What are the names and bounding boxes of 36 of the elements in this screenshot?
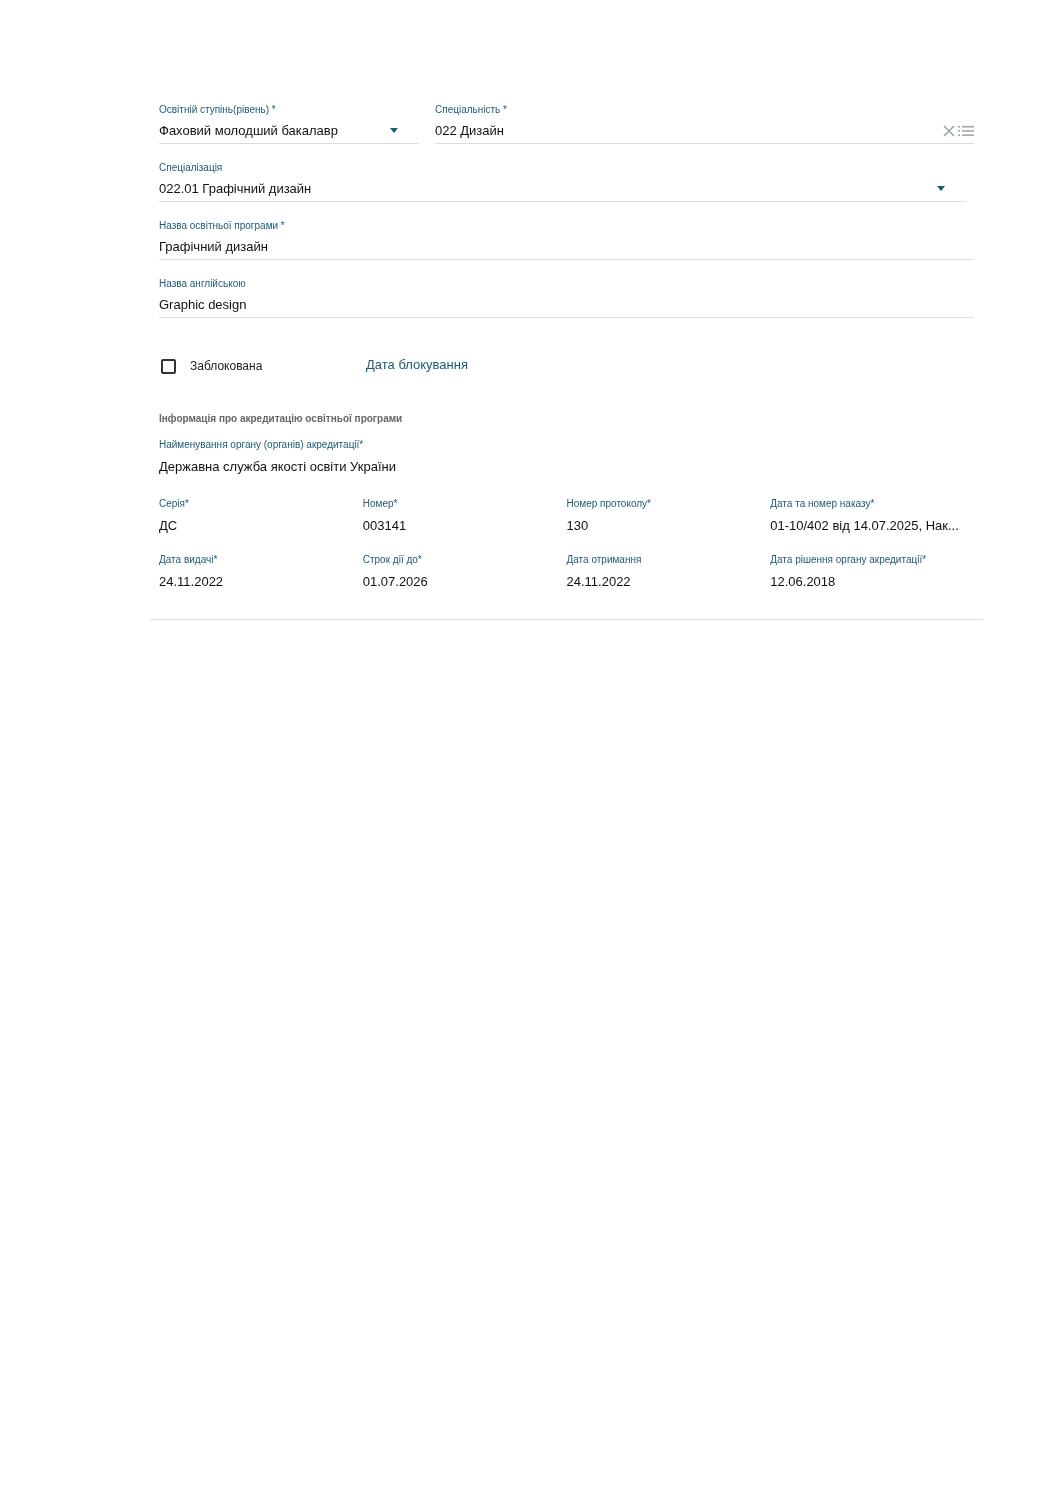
dropdown-caret-icon[interactable] xyxy=(389,127,399,134)
text-field[interactable]: Графічний дизайн xyxy=(159,234,974,260)
field-value: 01.07.2026 xyxy=(362,573,429,591)
lookup-field[interactable]: 022 Дизайн xyxy=(435,118,974,144)
field-label: Найменування органу (органів) акредитації* xyxy=(159,438,365,452)
field-label: Дата рішення органу акредитації* xyxy=(770,553,928,567)
field-label: Строк дії до* xyxy=(362,553,423,567)
field-value: 24.11.2022 xyxy=(159,573,225,591)
checkbox[interactable] xyxy=(161,358,176,374)
field-value: 01-10/402 від 14.07.2025, Нак... xyxy=(770,516,960,535)
field-label: Серія* xyxy=(159,496,190,511)
block-date-label: Дата блокування xyxy=(366,356,468,375)
field-value: ДС xyxy=(159,516,179,535)
field-value: 24.11.2022 xyxy=(566,573,632,591)
field-label: Спеціалізація xyxy=(159,161,224,175)
field-label: Дата та номер наказу* xyxy=(770,496,876,511)
field-value: Державна служба якості освіти України xyxy=(159,458,397,476)
field-label: Дата видачі* xyxy=(159,553,219,567)
field-label: Спеціальність * xyxy=(435,103,508,117)
field-value: 003141 xyxy=(362,516,408,535)
field-value: 12.06.2018 xyxy=(770,573,837,591)
field-label: Назва освітньої програми * xyxy=(159,219,286,233)
text-field[interactable]: Graphic design xyxy=(159,292,974,318)
list-icon[interactable] xyxy=(958,124,974,137)
checkbox-label: Заблокована xyxy=(190,358,263,375)
field-label: Номер протоколу* xyxy=(566,496,652,511)
field-label: Дата отримання xyxy=(566,553,643,567)
dropdown-caret-icon[interactable] xyxy=(936,185,946,192)
clear-icon[interactable] xyxy=(943,124,955,137)
field-value: 130 xyxy=(566,516,590,535)
field-label: Номер* xyxy=(362,496,399,511)
select-field[interactable]: Фаховий молодший бакалавр xyxy=(159,118,419,144)
section-title: Інформація про акредитацію освітньої програми xyxy=(159,412,404,426)
field-label: Назва англійською xyxy=(159,277,247,291)
field-label: Освітній ступінь(рівень) * xyxy=(159,103,277,117)
select-field[interactable]: 022.01 Графічний дизайн xyxy=(159,176,966,202)
